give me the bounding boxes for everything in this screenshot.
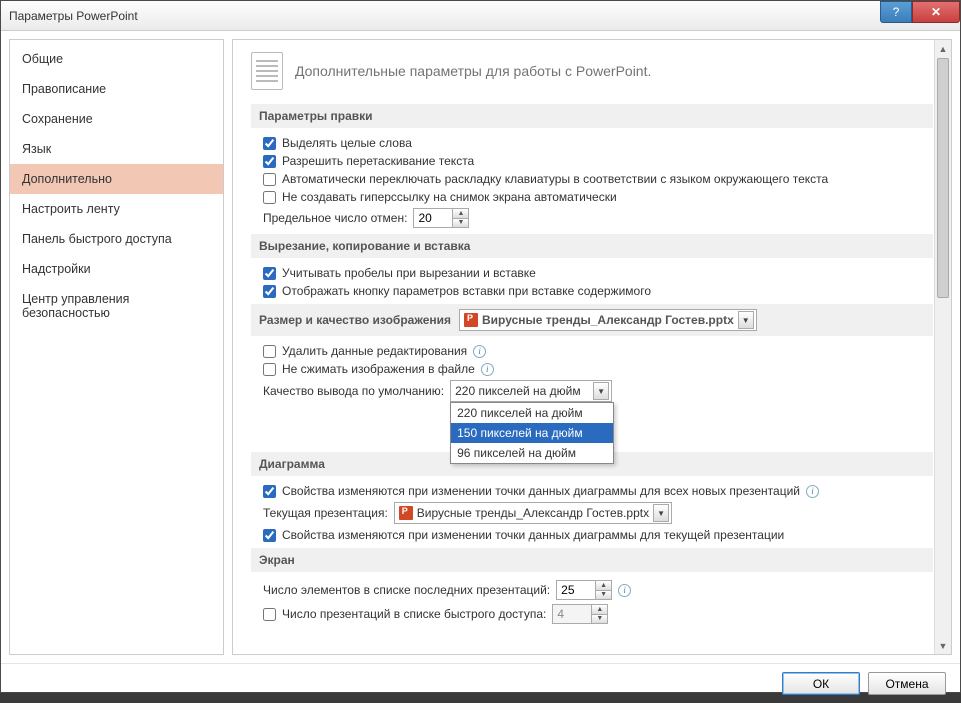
sidebar-item-language[interactable]: Язык [10, 134, 223, 164]
chevron-down-icon[interactable]: ▼ [738, 311, 754, 329]
ok-button[interactable]: ОК [782, 672, 860, 695]
quality-label: Качество вывода по умолчанию: [263, 384, 444, 398]
section-image: Размер и качество изображения Вирусные т… [251, 304, 933, 336]
sidebar-item-qat[interactable]: Панель быстрого доступа [10, 224, 223, 254]
sidebar-item-ribbon[interactable]: Настроить ленту [10, 194, 223, 224]
label-paste-btn[interactable]: Отображать кнопку параметров вставки при… [282, 284, 651, 298]
page-heading: Дополнительные параметры для работы с Po… [295, 63, 651, 79]
label-no-compress[interactable]: Не сжимать изображения в файле [282, 362, 475, 376]
sidebar-item-general[interactable]: Общие [10, 44, 223, 74]
powerpoint-icon [399, 506, 413, 520]
checkbox-no-hyperlink[interactable] [263, 191, 276, 204]
checkbox-quick-list[interactable] [263, 608, 276, 621]
label-keyboard[interactable]: Автоматически переключать раскладку клав… [282, 172, 828, 186]
chevron-up-icon: ▲ [592, 605, 607, 615]
chevron-down-icon[interactable]: ▼ [596, 591, 611, 600]
label-whole-words[interactable]: Выделять целые слова [282, 136, 412, 150]
label-no-hyperlink[interactable]: Не создавать гиперссылку на снимок экран… [282, 190, 617, 204]
category-sidebar: Общие Правописание Сохранение Язык Допол… [9, 39, 224, 655]
quality-option-96[interactable]: 96 пикселей на дюйм [451, 443, 613, 463]
help-button[interactable]: ? [880, 1, 912, 23]
recent-label: Число элементов в списке последних презе… [263, 583, 550, 597]
quality-option-220[interactable]: 220 пикселей на дюйм [451, 403, 613, 423]
quick-label[interactable]: Число презентаций в списке быстрого дост… [282, 607, 546, 621]
checkbox-whole-words[interactable] [263, 137, 276, 150]
page-icon [251, 52, 283, 90]
quality-dropdown: 220 пикселей на дюйм 150 пикселей на дюй… [450, 402, 614, 464]
powerpoint-icon [464, 313, 478, 327]
main-panel: Дополнительные параметры для работы с Po… [232, 39, 952, 655]
image-doc-combo[interactable]: Вирусные тренды_Александр Гостев.pptx▼ [459, 309, 757, 331]
info-icon[interactable]: i [473, 345, 486, 358]
scroll-down-icon[interactable]: ▼ [935, 637, 951, 654]
chevron-down-icon: ▼ [592, 615, 607, 624]
section-clipboard: Вырезание, копирование и вставка [251, 234, 933, 258]
sidebar-item-trust[interactable]: Центр управления безопасностью [10, 284, 223, 328]
sidebar-item-proofing[interactable]: Правописание [10, 74, 223, 104]
undo-label: Предельное число отмен: [263, 211, 407, 225]
sidebar-item-addins[interactable]: Надстройки [10, 254, 223, 284]
scrollbar[interactable]: ▲ ▼ [934, 40, 951, 654]
scroll-up-icon[interactable]: ▲ [935, 40, 951, 57]
label-drag-drop[interactable]: Разрешить перетаскивание текста [282, 154, 474, 168]
undo-input[interactable] [414, 209, 452, 227]
quality-combo[interactable]: 220 пикселей на дюйм▼ [450, 380, 612, 402]
checkbox-paste-btn[interactable] [263, 285, 276, 298]
quality-option-150[interactable]: 150 пикселей на дюйм [451, 423, 613, 443]
label-chart-current[interactable]: Свойства изменяются при изменении точки … [282, 528, 784, 542]
checkbox-spaces[interactable] [263, 267, 276, 280]
info-icon[interactable]: i [618, 584, 631, 597]
recent-input[interactable] [557, 581, 595, 599]
quick-input [553, 605, 591, 623]
recent-spinner[interactable]: ▲▼ [556, 580, 612, 600]
chevron-down-icon[interactable]: ▼ [593, 382, 609, 400]
quick-spinner: ▲▼ [552, 604, 608, 624]
dialog-footer: ОК Отмена [1, 663, 960, 703]
section-edit: Параметры правки [251, 104, 933, 128]
chevron-down-icon[interactable]: ▼ [653, 504, 669, 522]
close-button[interactable]: ✕ [912, 1, 960, 23]
label-discard[interactable]: Удалить данные редактирования [282, 344, 467, 358]
checkbox-drag-drop[interactable] [263, 155, 276, 168]
section-screen: Экран [251, 548, 933, 572]
cancel-button[interactable]: Отмена [868, 672, 946, 695]
window-title: Параметры PowerPoint [9, 9, 138, 23]
label-chart-all[interactable]: Свойства изменяются при изменении точки … [282, 484, 800, 498]
label-spaces[interactable]: Учитывать пробелы при вырезании и вставк… [282, 266, 536, 280]
sidebar-item-save[interactable]: Сохранение [10, 104, 223, 134]
checkbox-chart-current[interactable] [263, 529, 276, 542]
checkbox-chart-all[interactable] [263, 485, 276, 498]
current-doc-combo[interactable]: Вирусные тренды_Александр Гостев.pptx▼ [394, 502, 672, 524]
titlebar: Параметры PowerPoint ? ✕ [1, 1, 960, 31]
scroll-thumb[interactable] [937, 58, 949, 298]
chevron-down-icon[interactable]: ▼ [453, 219, 468, 228]
info-icon[interactable]: i [481, 363, 494, 376]
checkbox-no-compress[interactable] [263, 363, 276, 376]
sidebar-item-advanced[interactable]: Дополнительно [10, 164, 223, 194]
chevron-up-icon[interactable]: ▲ [453, 209, 468, 219]
chevron-up-icon[interactable]: ▲ [596, 581, 611, 591]
current-pres-label: Текущая презентация: [263, 506, 388, 520]
checkbox-discard[interactable] [263, 345, 276, 358]
checkbox-keyboard[interactable] [263, 173, 276, 186]
undo-spinner[interactable]: ▲▼ [413, 208, 469, 228]
info-icon[interactable]: i [806, 485, 819, 498]
options-dialog: Параметры PowerPoint ? ✕ Общие Правописа… [0, 0, 961, 693]
